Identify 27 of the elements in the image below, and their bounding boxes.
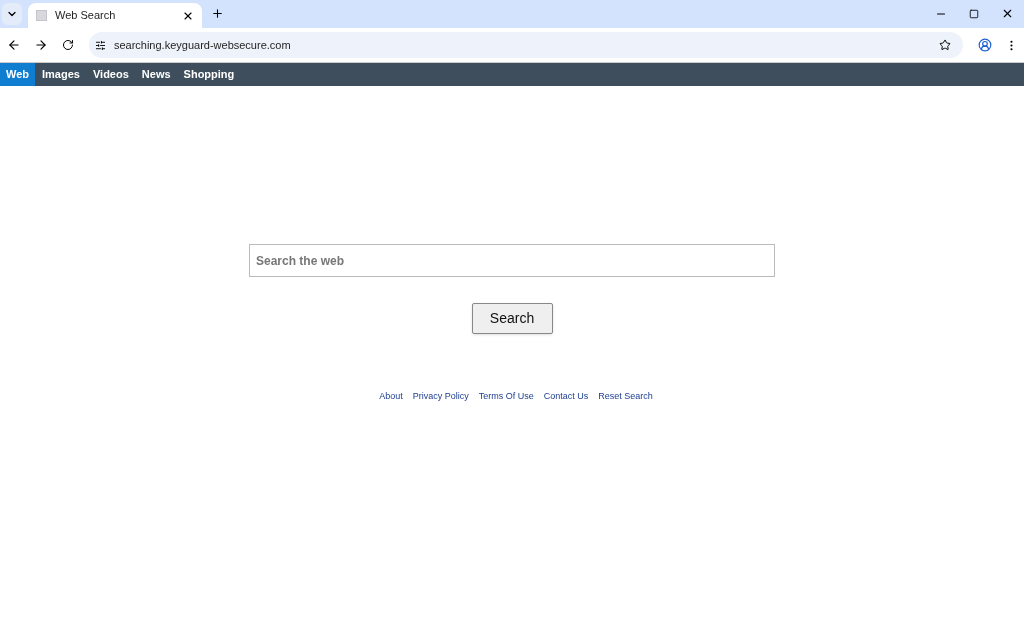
site-settings-icon[interactable] bbox=[94, 39, 106, 51]
nav-link[interactable]: Images bbox=[36, 63, 86, 86]
favicon-icon bbox=[36, 10, 47, 21]
profile-icon[interactable] bbox=[978, 38, 992, 52]
search-button[interactable]: Search bbox=[471, 303, 553, 334]
back-icon[interactable] bbox=[7, 38, 21, 52]
footer-link[interactable]: Reset Search bbox=[598, 390, 653, 404]
maximize-icon[interactable] bbox=[969, 8, 979, 19]
footer-link[interactable]: Terms Of Use bbox=[478, 390, 534, 404]
url-text: searching.keyguard-websecure.com bbox=[113, 37, 292, 53]
close-icon[interactable] bbox=[1001, 7, 1014, 20]
new-tab-icon[interactable] bbox=[211, 7, 224, 20]
tab-title: Web Search bbox=[55, 8, 117, 24]
nav-link[interactable]: Web bbox=[0, 63, 36, 86]
footer-link[interactable]: Privacy Policy bbox=[412, 390, 469, 404]
search-field[interactable]: Search the web bbox=[249, 244, 775, 277]
browser-tab[interactable]: Web Search bbox=[28, 3, 202, 28]
footer-link[interactable]: About bbox=[379, 390, 403, 404]
star-icon[interactable] bbox=[939, 39, 952, 51]
tab-search-button[interactable] bbox=[2, 3, 22, 25]
nav-link[interactable]: Shopping bbox=[177, 63, 241, 86]
nav-link[interactable]: Videos bbox=[86, 63, 135, 86]
nav-link[interactable]: News bbox=[135, 63, 177, 86]
address-bar[interactable]: searching.keyguard-websecure.com bbox=[88, 32, 964, 58]
reload-icon[interactable] bbox=[61, 39, 74, 51]
footer-link[interactable]: Contact Us bbox=[543, 390, 589, 404]
forward-icon[interactable] bbox=[33, 38, 48, 52]
